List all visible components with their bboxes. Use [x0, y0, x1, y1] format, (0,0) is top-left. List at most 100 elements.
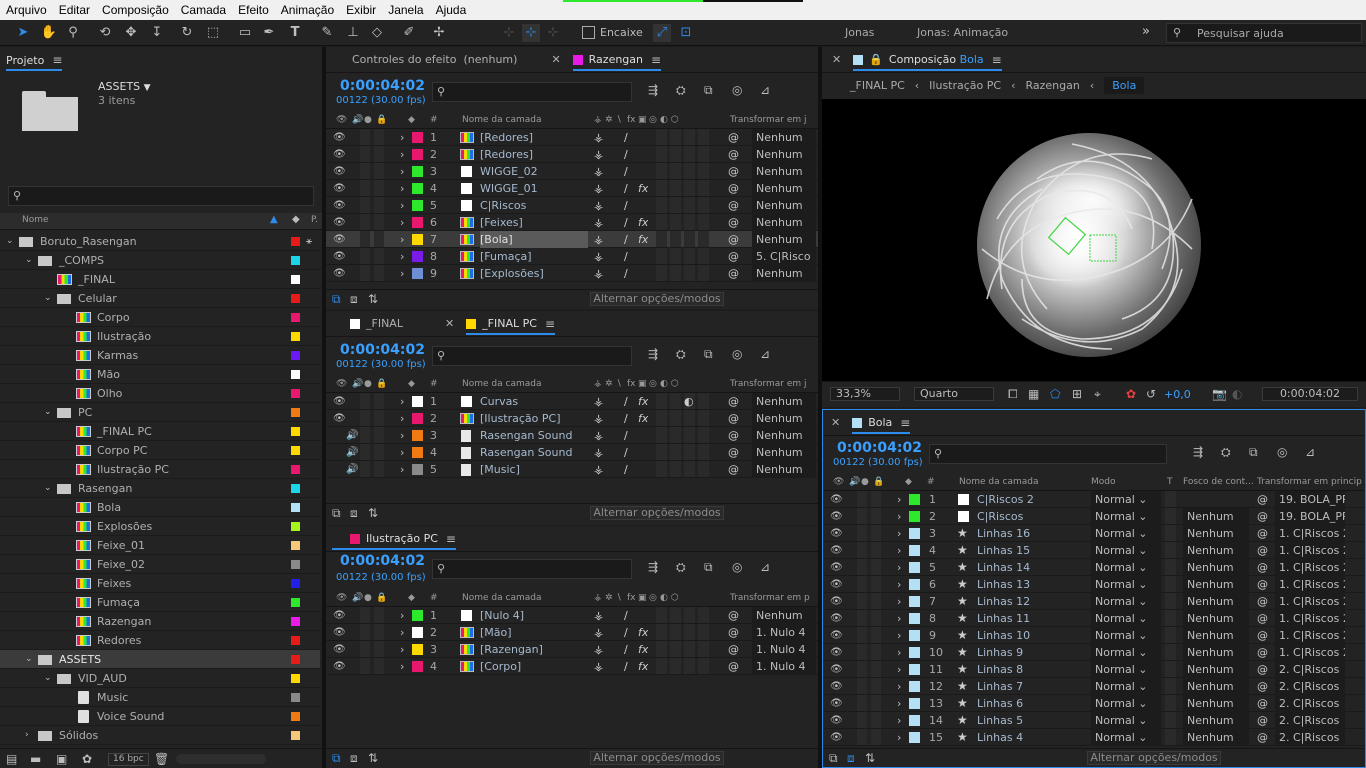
visibility-eye-icon[interactable]: 👁: [333, 641, 346, 658]
eye-header-icon[interactable]: 👁: [833, 474, 844, 491]
switch-header-icon[interactable]: ⬡: [671, 112, 679, 129]
pick-whip-icon[interactable]: @: [1257, 627, 1268, 644]
expand-arrow-icon[interactable]: ›: [897, 678, 901, 695]
current-time[interactable]: 0:00:04:02: [837, 440, 922, 456]
label-swatch[interactable]: [412, 610, 423, 621]
layer-row[interactable]: 🔊 › 5 [Music] ⚶ ∕ @ Nenhum: [326, 461, 818, 478]
switch-cell[interactable]: [656, 658, 667, 674]
pick-whip-icon[interactable]: @: [728, 444, 739, 461]
visibility-eye-icon[interactable]: 👁: [333, 410, 346, 427]
solo-cell[interactable]: [360, 265, 370, 281]
preserve-transparency-cell[interactable]: [1165, 695, 1176, 711]
visibility-eye-icon[interactable]: 👁: [333, 658, 346, 675]
project-item[interactable]: Corpo PC: [0, 441, 320, 460]
expand-arrow-icon[interactable]: ›: [897, 508, 901, 525]
menu-janela[interactable]: Janela: [382, 0, 429, 20]
expand-arrow-icon[interactable]: ›: [400, 265, 404, 282]
tab-composition-bola[interactable]: 🔒 Composição Bola ≡: [847, 47, 1008, 73]
project-item[interactable]: _FINAL: [0, 270, 320, 289]
parent-select[interactable]: Nenhum: [752, 265, 816, 282]
switch-cell[interactable]: [656, 444, 667, 460]
layer-row[interactable]: 👁›6★Linhas 13Normal ⌄NormalNenhum@1. C|R…: [823, 576, 1365, 593]
delete-icon[interactable]: 🗑: [154, 752, 169, 766]
expand-arrow-icon[interactable]: ›: [400, 641, 404, 658]
lock-cell[interactable]: [374, 265, 384, 281]
quality-switch-icon[interactable]: ∕: [624, 214, 628, 231]
channel-icon[interactable]: ⌖: [1094, 387, 1101, 402]
solo-cell[interactable]: [857, 593, 867, 609]
project-item[interactable]: ⌄ ASSETS: [0, 650, 320, 669]
label-swatch[interactable]: [412, 200, 423, 211]
label-swatch[interactable]: [291, 655, 300, 664]
layer-name[interactable]: [Redores]: [480, 129, 588, 146]
preserve-transparency-cell[interactable]: [1165, 712, 1176, 728]
switch-header-icon[interactable]: ◎: [649, 590, 657, 607]
comp-mini-flowchart-icon[interactable]: ⇶: [648, 347, 658, 361]
expand-arrow-icon[interactable]: ⌄: [6, 232, 14, 251]
solo-cell[interactable]: [857, 525, 867, 541]
viewer-time[interactable]: 0:00:04:02: [1262, 387, 1358, 401]
track-matte-select[interactable]: Nenhum: [1183, 508, 1249, 525]
bpc-button[interactable]: 16 bpc: [108, 753, 149, 766]
render-time-icon[interactable]: ⧈: [350, 292, 358, 307]
effect-switch-icon[interactable]: fx: [638, 641, 648, 658]
solo-cell[interactable]: [857, 712, 867, 728]
quality-switch-icon[interactable]: ∕: [624, 427, 628, 444]
blend-mode-select[interactable]: Normal ⌄: [1091, 576, 1161, 593]
switch-cell[interactable]: [698, 163, 709, 179]
solo-cell[interactable]: [857, 627, 867, 643]
render-time-icon[interactable]: ⧈: [847, 751, 855, 766]
sort-arrow-icon[interactable]: ▲: [270, 214, 278, 225]
layer-name[interactable]: [Razengan]: [480, 641, 588, 658]
track-matte-select[interactable]: Nenhum: [1183, 627, 1249, 644]
parent-select[interactable]: 1. Nulo 4: [752, 624, 816, 641]
layer-name[interactable]: [Bola]: [480, 231, 588, 248]
graph-editor-icon[interactable]: ⊿: [1305, 445, 1315, 459]
label-swatch[interactable]: [412, 447, 423, 458]
lock-cell[interactable]: [374, 129, 384, 145]
project-item[interactable]: Bola: [0, 498, 320, 517]
track-matte-select[interactable]: Nenhum: [1183, 576, 1249, 593]
label-swatch[interactable]: [291, 522, 300, 531]
color-channel-icon[interactable]: ✿: [1126, 387, 1136, 401]
pan-camera-icon[interactable]: ✥: [122, 24, 140, 42]
layer-row[interactable]: 👁›10★Linhas 9Normal ⌄NormalNenhum@1. C|R…: [823, 644, 1365, 661]
label-swatch[interactable]: [909, 647, 920, 658]
pick-whip-icon[interactable]: @: [1257, 610, 1268, 627]
layer-search-input[interactable]: ⚲: [929, 444, 1167, 464]
audio-header-icon[interactable]: 🔊: [352, 376, 363, 393]
layer-name[interactable]: Linhas 12: [977, 593, 1085, 610]
parent-select[interactable]: 1. Nulo 4: [752, 658, 816, 675]
layer-name[interactable]: Linhas 10: [977, 627, 1085, 644]
lock-cell[interactable]: [871, 542, 881, 558]
breadcrumb-item[interactable]: Ilustração PC: [929, 79, 1001, 92]
layer-name[interactable]: Rasengan Sound: [480, 444, 588, 461]
lock-cell[interactable]: [871, 661, 881, 677]
parent-select[interactable]: Nenhum: [752, 461, 816, 478]
visibility-eye-icon[interactable]: 👁: [830, 678, 843, 695]
label-swatch[interactable]: [291, 465, 300, 474]
menu-efeito[interactable]: Efeito: [232, 0, 275, 20]
switch-cell[interactable]: [670, 658, 681, 674]
switch-cell[interactable]: [684, 248, 695, 264]
pick-whip-icon[interactable]: @: [728, 163, 739, 180]
visibility-eye-icon[interactable]: 👁: [333, 163, 346, 180]
parent-header[interactable]: Transformar em j: [730, 112, 807, 129]
layer-name[interactable]: C|Riscos 2: [977, 491, 1085, 508]
track-matte-select[interactable]: Nenhum: [1183, 644, 1249, 661]
project-item[interactable]: Voice Sound: [0, 707, 320, 726]
expand-arrow-icon[interactable]: ›: [400, 607, 404, 624]
menu-ajuda[interactable]: Ajuda: [430, 0, 473, 20]
pick-whip-icon[interactable]: @: [1257, 525, 1268, 542]
expand-arrow-icon[interactable]: ›: [400, 444, 404, 461]
quality-switch-icon[interactable]: ∕: [624, 641, 628, 658]
effect-switch-icon[interactable]: fx: [638, 393, 648, 410]
layer-name[interactable]: [Fumaça]: [480, 248, 588, 265]
panel-menu-icon[interactable]: ≡: [545, 317, 555, 331]
layer-name[interactable]: [Feixes]: [480, 214, 588, 231]
lock-cell[interactable]: [374, 180, 384, 196]
frame-blending-icon[interactable]: ⧉: [704, 560, 713, 575]
tab-effect-controls[interactable]: Controles do efeito (nenhum): [326, 47, 523, 73]
switch-header-icon[interactable]: fx: [627, 112, 636, 129]
layer-name[interactable]: Linhas 14: [977, 559, 1085, 576]
